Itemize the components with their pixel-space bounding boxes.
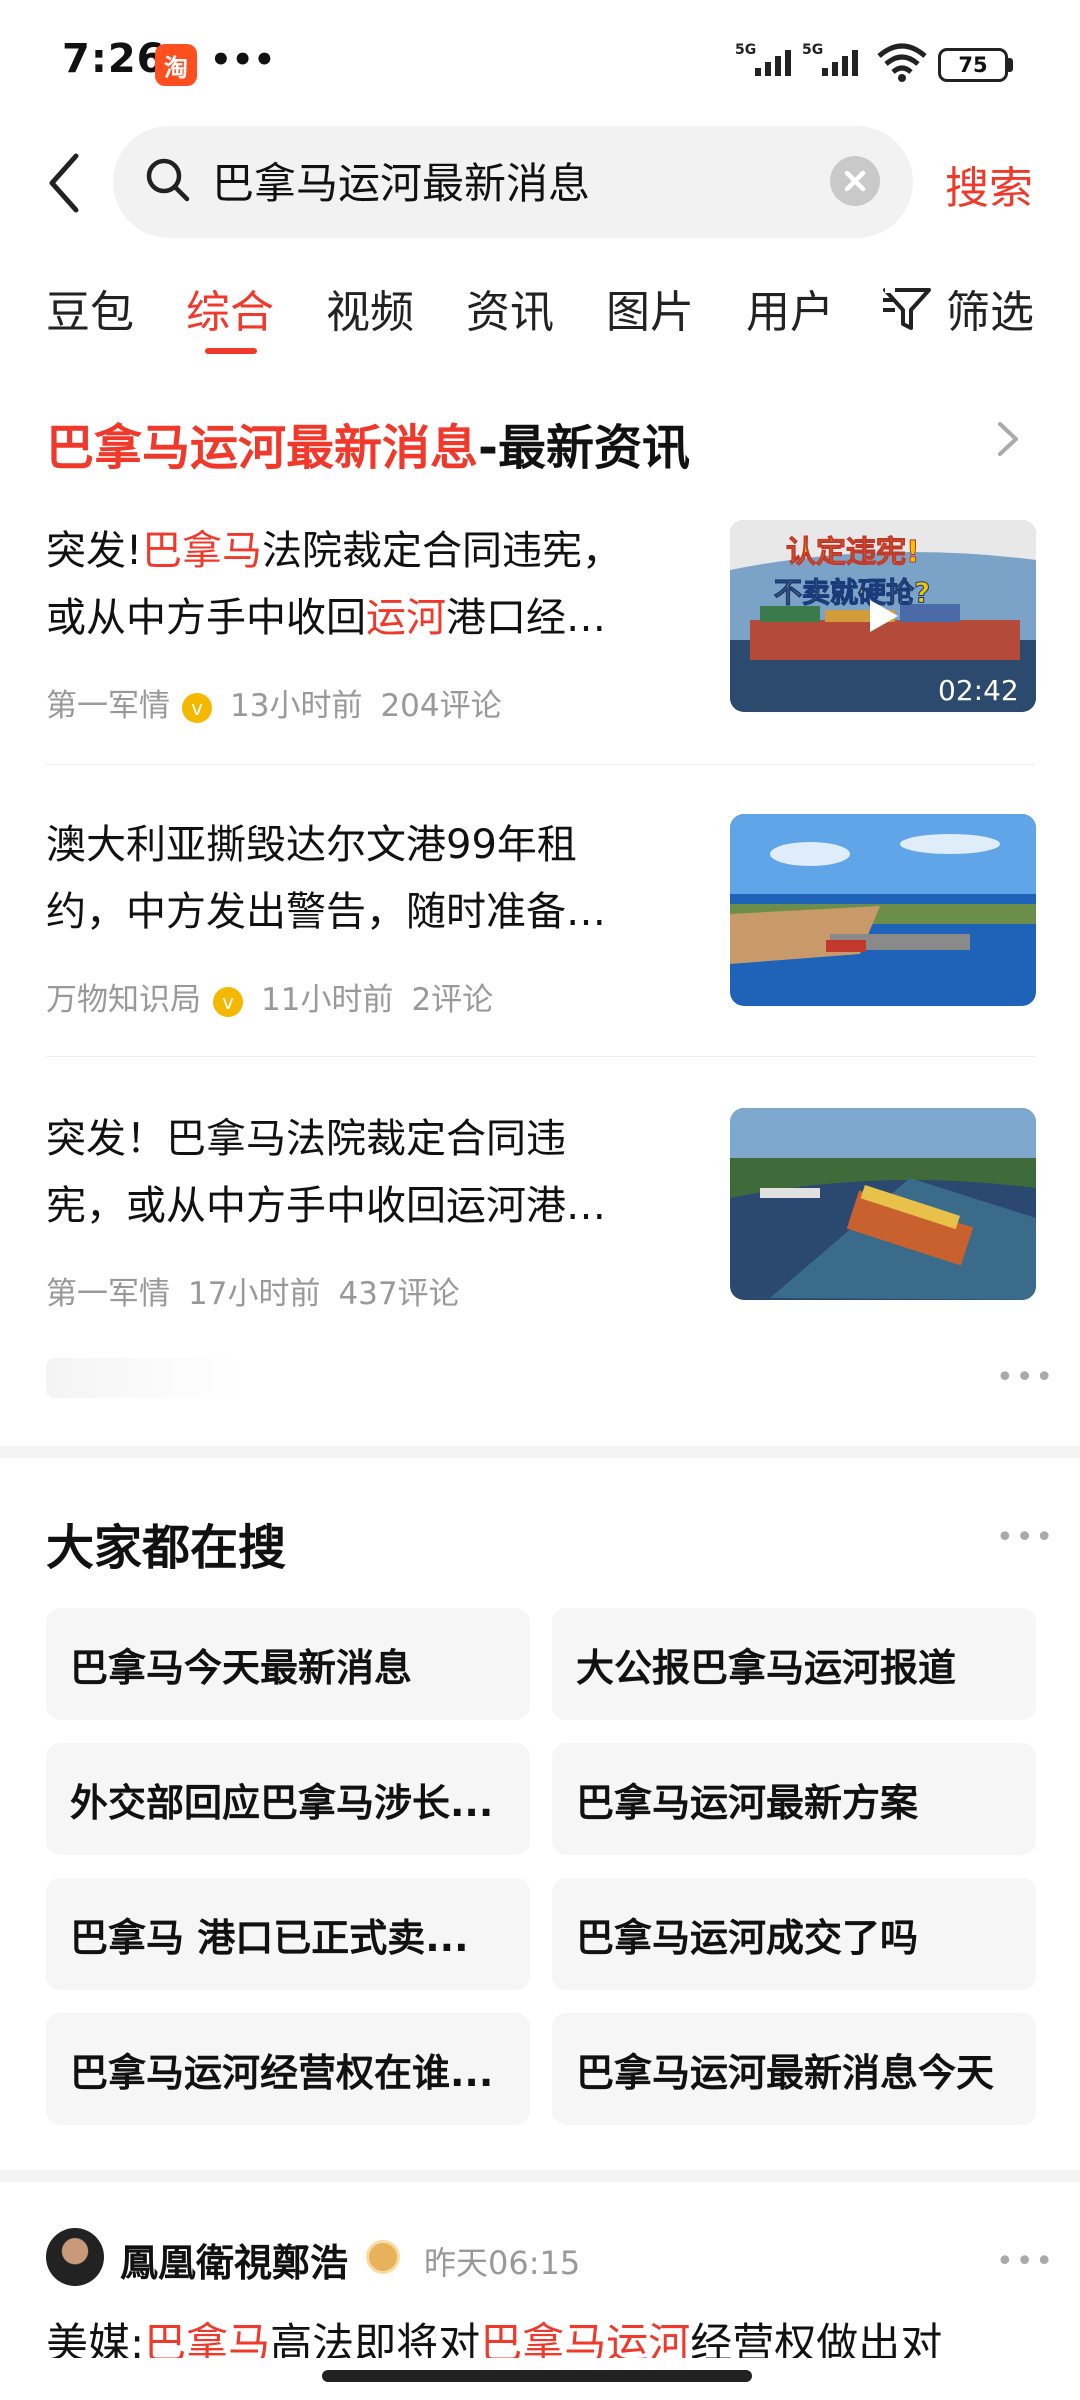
post-text-part: 美媒: bbox=[46, 2319, 145, 2358]
news-text: 法院裁定合同违宪， bbox=[262, 528, 623, 574]
news-text: 突发！巴拿马法院裁定合同违 bbox=[46, 1116, 566, 1162]
post-highlight: 巴拿马 bbox=[144, 2319, 271, 2358]
news-item-title[interactable]: 突发!巴拿马法院裁定合同违宪， 或从中方手中收回运河港口经… bbox=[46, 518, 686, 652]
signal-label: 5G bbox=[735, 42, 756, 58]
avatar[interactable] bbox=[46, 2228, 104, 2286]
search-icon bbox=[143, 155, 193, 205]
news-item-title[interactable]: 突发！巴拿马法院裁定合同违 宪，或从中方手中收回运河港… bbox=[46, 1106, 686, 1240]
verified-icon: v bbox=[182, 692, 212, 723]
taobao-app-icon: 淘 bbox=[155, 44, 197, 86]
news-time: 13小时前 bbox=[230, 688, 363, 724]
battery-indicator: 75 bbox=[938, 48, 1008, 82]
news-source[interactable]: 万物知识局 bbox=[46, 982, 201, 1018]
news-item-title[interactable]: 澳大利亚撕毁达尔文港99年租 约，中方发出警告，随时准备… bbox=[46, 812, 686, 946]
back-icon[interactable] bbox=[42, 148, 92, 218]
hot-search-chip[interactable]: 巴拿马运河经营权在谁... bbox=[46, 2013, 530, 2125]
search-input[interactable]: 巴拿马运河最新消息 bbox=[212, 150, 590, 211]
news-comments: 204评论 bbox=[380, 688, 502, 724]
verified-icon: v bbox=[213, 986, 243, 1017]
hot-search-chip[interactable]: 巴拿马运河成交了吗 bbox=[552, 1878, 1036, 1990]
hot-search-chip[interactable]: 大公报巴拿马运河报道 bbox=[552, 1608, 1036, 1720]
news-title-rest: -最新资讯 bbox=[478, 420, 690, 476]
news-meta: 第一军情 v 13小时前 204评论 bbox=[46, 680, 520, 725]
thumb-caption: 不卖就硬抢? bbox=[774, 576, 930, 609]
search-button[interactable]: 搜索 bbox=[945, 152, 1033, 216]
section-separator bbox=[0, 2170, 1080, 2182]
hot-searches-title: 大家都在搜 bbox=[46, 1520, 287, 1576]
post-time: 昨天06:15 bbox=[424, 2244, 581, 2282]
tab-comprehensive[interactable]: 综合 bbox=[186, 276, 274, 340]
wifi-icon bbox=[875, 42, 929, 86]
news-time: 17小时前 bbox=[188, 1276, 321, 1312]
post-text-part: 高法即将对 bbox=[270, 2319, 481, 2358]
news-text: 或从中方手中收回 bbox=[46, 595, 366, 641]
post-text-part: 经营权做出对 bbox=[690, 2319, 943, 2358]
post-text[interactable]: 美媒:巴拿马高法即将对巴拿马运河经营权做出对 bbox=[46, 2318, 1036, 2358]
tab-filter[interactable]: 筛选 bbox=[946, 276, 1034, 340]
thumb-caption: 认定违宪! bbox=[786, 535, 920, 570]
news-comments: 437评论 bbox=[338, 1276, 460, 1312]
tab-active-indicator bbox=[205, 348, 257, 354]
tab-video[interactable]: 视频 bbox=[326, 276, 414, 340]
news-text: 港口经… bbox=[446, 595, 606, 641]
news-title-highlight: 巴拿马运河最新消息 bbox=[46, 420, 479, 476]
hot-search-chip[interactable]: 巴拿马运河最新方案 bbox=[552, 1743, 1036, 1855]
news-comments: 2评论 bbox=[411, 982, 494, 1018]
signal-label-2: 5G bbox=[802, 42, 823, 58]
news-thumbnail-video[interactable]: 认定违宪! 不卖就硬抢? 02:42 bbox=[730, 520, 1036, 712]
blurred-text bbox=[46, 1358, 246, 1398]
news-thumbnail[interactable] bbox=[730, 1108, 1036, 1300]
news-highlight: 运河 bbox=[366, 595, 446, 641]
tab-doubao[interactable]: 豆包 bbox=[46, 276, 134, 340]
news-text: 澳大利亚撕毁达尔文港99年租 bbox=[46, 822, 577, 868]
status-more-icon: ••• bbox=[210, 40, 276, 80]
battery-tip bbox=[1008, 58, 1013, 72]
hot-search-chip[interactable]: 巴拿马运河最新消息今天 bbox=[552, 2013, 1036, 2125]
signal-icon-2: 5G bbox=[802, 40, 866, 84]
chevron-right-icon[interactable] bbox=[990, 416, 1026, 462]
more-icon[interactable]: ••• bbox=[996, 1520, 1055, 1555]
news-text: 约，中方发出警告，随时准备… bbox=[46, 889, 606, 935]
news-thumbnail[interactable] bbox=[730, 814, 1036, 1006]
divider bbox=[46, 764, 1036, 765]
signal-icon: 5G bbox=[735, 40, 799, 84]
news-meta: 第一军情 17小时前 437评论 bbox=[46, 1268, 478, 1313]
hot-search-chip[interactable]: 外交部回应巴拿马涉长... bbox=[46, 1743, 530, 1855]
news-text: 宪，或从中方手中收回运河港… bbox=[46, 1183, 606, 1229]
post-highlight: 巴拿马运河 bbox=[480, 2319, 691, 2358]
more-icon[interactable]: ••• bbox=[996, 2244, 1055, 2279]
tab-images[interactable]: 图片 bbox=[606, 276, 694, 340]
clear-icon[interactable] bbox=[830, 156, 880, 206]
tab-news[interactable]: 资讯 bbox=[466, 276, 554, 340]
news-text: 突发! bbox=[46, 528, 143, 574]
news-section-title[interactable]: 巴拿马运河最新消息-最新资讯 bbox=[46, 408, 690, 478]
news-meta: 万物知识局 v 11小时前 2评论 bbox=[46, 974, 511, 1019]
divider bbox=[46, 1056, 1036, 1057]
hot-search-chip[interactable]: 巴拿马 港口已正式卖... bbox=[46, 1878, 530, 1990]
news-source[interactable]: 第一军情 bbox=[46, 1276, 170, 1312]
status-time: 7:26 bbox=[62, 36, 166, 82]
tab-users[interactable]: 用户 bbox=[746, 276, 834, 340]
filter-icon[interactable] bbox=[881, 282, 933, 334]
news-time: 11小时前 bbox=[261, 982, 394, 1018]
video-duration: 02:42 bbox=[938, 674, 1019, 707]
section-separator bbox=[0, 1446, 1080, 1458]
news-source[interactable]: 第一军情 bbox=[46, 688, 170, 724]
news-highlight: 巴拿马 bbox=[142, 528, 263, 574]
hot-search-chip[interactable]: 巴拿马今天最新消息 bbox=[46, 1608, 530, 1720]
more-icon[interactable]: ••• bbox=[996, 1360, 1055, 1395]
home-indicator[interactable] bbox=[322, 2370, 752, 2382]
verified-badge-icon bbox=[366, 2240, 400, 2274]
post-author[interactable]: 鳳凰衛視鄭浩 bbox=[120, 2232, 348, 2287]
